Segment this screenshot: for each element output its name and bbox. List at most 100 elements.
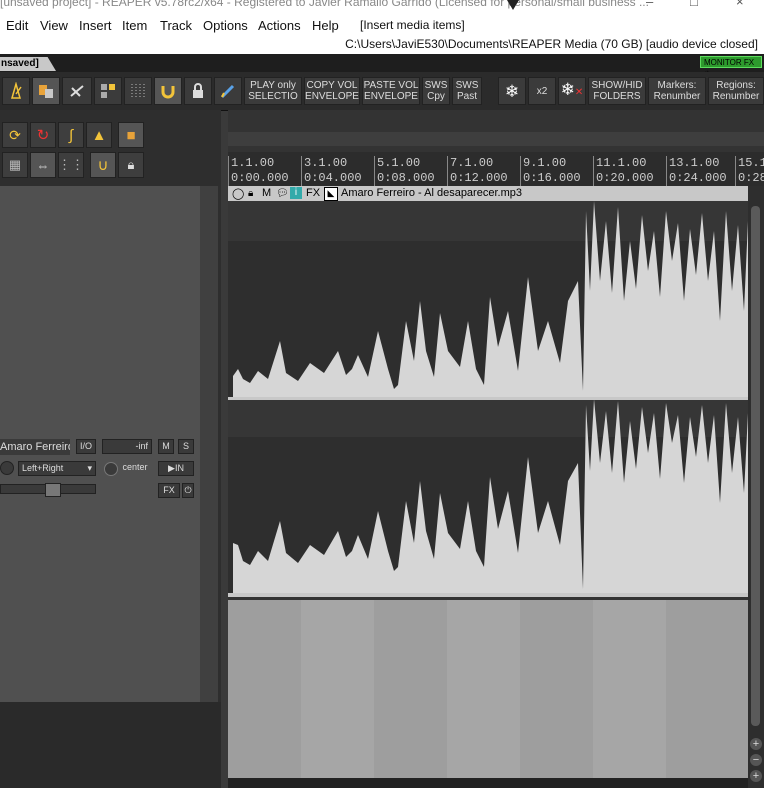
grid-stripe	[593, 600, 666, 778]
fader-handle[interactable]	[45, 483, 61, 497]
item-lock-icon[interactable]: 🔒︎	[248, 186, 253, 201]
minimize-button[interactable]: –	[646, 0, 653, 9]
play-only-line1: PLAY only	[250, 80, 296, 91]
timeline-ruler[interactable]: 1.1.00 3.1.00 5.1.00 7.1.00 9.1.00 11.1.…	[228, 152, 764, 186]
item-properties-icon[interactable]: i	[290, 187, 302, 199]
io-button[interactable]: I/O	[76, 439, 96, 454]
item-mute-button[interactable]: M	[262, 186, 271, 201]
arrange-view[interactable]: 1.1.00 3.1.00 5.1.00 7.1.00 9.1.00 11.1.…	[228, 110, 764, 788]
grid-stripe	[447, 600, 520, 778]
ruler-measure-label: 7.1.00	[450, 156, 494, 170]
menu-view[interactable]: View	[40, 18, 68, 33]
input-monitor-button[interactable]: ▶IN	[158, 461, 194, 476]
loop-button[interactable]: ↻	[30, 122, 56, 148]
sws-copy-button[interactable]: SWS Cpy	[422, 77, 450, 105]
mouse-cursor-icon	[507, 0, 519, 10]
tcp-scrollbar[interactable]	[200, 186, 218, 702]
track-1-panel[interactable]: Amaro Ferreiro I/O -inf M S Left+Right ▾…	[0, 186, 214, 702]
paste-vol-line1: PASTE VOL	[363, 80, 419, 91]
show-hide-folders-button[interactable]: SHOW/HID FOLDERS	[588, 77, 646, 105]
input-channel-select[interactable]: Left+Right ▾	[18, 461, 96, 476]
tcp-lock-button[interactable]: 🔒︎	[118, 152, 144, 178]
ruler-tick	[593, 156, 594, 186]
fx-button[interactable]: FX	[158, 483, 180, 498]
arrange-vertical-scrollbar[interactable]: + − +	[748, 186, 764, 788]
ruler-time-label: 0:28	[738, 171, 764, 185]
lock-button[interactable]	[184, 77, 212, 105]
tcp-ripple-button[interactable]: ■	[118, 122, 144, 148]
close-button[interactable]: ×	[736, 0, 744, 9]
fx-bypass-button[interactable]: ⏻	[182, 483, 194, 498]
item-fx-button[interactable]: FX	[306, 186, 320, 201]
freeze-x2-button[interactable]: x2	[528, 77, 556, 105]
waveform-area[interactable]	[228, 201, 748, 597]
grouping-button[interactable]	[62, 77, 92, 105]
track-name[interactable]: Amaro Ferreiro	[0, 439, 70, 455]
paste-vol-envelope-button[interactable]: PASTE VOL ENVELOPE	[362, 77, 420, 105]
menu-options[interactable]: Options	[203, 18, 248, 33]
ruler-tick	[301, 156, 302, 186]
item-envelope-icon[interactable]: ◣	[324, 187, 338, 201]
menu-item[interactable]: Item	[122, 18, 147, 33]
window-title: [unsaved project] - REAPER v5.78rc2/x64 …	[0, 0, 649, 9]
record-arm-button[interactable]	[0, 461, 14, 475]
tcp-item-button[interactable]: ⇔	[30, 152, 56, 178]
render-button[interactable]: ⟳	[2, 122, 28, 148]
ruler-tick	[228, 156, 229, 186]
menu-help[interactable]: Help	[312, 18, 339, 33]
region-lane[interactable]	[228, 132, 764, 146]
play-only-selection-button[interactable]: PLAY only SELECTIO	[244, 77, 302, 105]
project-tab[interactable]: nsaved]	[0, 57, 56, 71]
play-only-line2: SELECTIO	[248, 91, 298, 102]
solo-button[interactable]: S	[178, 439, 194, 454]
monitor-fx-button[interactable]: MONITOR FX ⏻	[700, 56, 762, 79]
sws-paste-button[interactable]: SWS Past	[452, 77, 482, 105]
waveform-svg	[228, 201, 748, 597]
menu-insert[interactable]: Insert	[79, 18, 112, 33]
freeze-button[interactable]: ❄	[498, 77, 526, 105]
markers-line2: Renumber	[653, 91, 701, 102]
grid-hand-icon	[101, 84, 115, 98]
auto-crossfade-button[interactable]	[94, 77, 122, 105]
grid-button[interactable]	[124, 77, 152, 105]
item-volume-knob-icon[interactable]: ◯	[232, 187, 244, 202]
menu-actions[interactable]: Actions	[258, 18, 301, 33]
volume-readout[interactable]: -inf	[102, 439, 152, 454]
zoom-extra-button[interactable]: +	[750, 770, 762, 782]
envelope-edit-button[interactable]	[214, 77, 242, 105]
menu-track[interactable]: Track	[160, 18, 192, 33]
tcp-grid-hand-button[interactable]: ▦	[2, 152, 28, 178]
empty-track-area[interactable]	[228, 600, 748, 778]
arrange-horizontal-scrollbar[interactable]	[228, 778, 748, 788]
volume-fader[interactable]	[0, 483, 96, 497]
metronome-button[interactable]	[2, 77, 30, 105]
show-hide-line1: SHOW/HID	[591, 80, 643, 91]
snowflake-icon: ❄	[504, 81, 520, 101]
copy-vol-line1: COPY VOL	[306, 80, 358, 91]
unfreeze-button[interactable]: ❄✕	[558, 77, 586, 105]
item-notes-icon[interactable]: 💬︎	[276, 186, 289, 201]
zoom-out-vertical-button[interactable]: −	[750, 754, 762, 766]
tcp-snap-button[interactable]: ∪	[90, 152, 116, 178]
menu-edit[interactable]: Edit	[6, 18, 28, 33]
curve-button[interactable]: ∫	[58, 122, 84, 148]
mute-button[interactable]: M	[158, 439, 174, 454]
ruler-measure-label: 3.1.00	[304, 156, 348, 170]
x2-label: x2	[536, 85, 548, 97]
zoom-in-vertical-button[interactable]: +	[750, 738, 762, 750]
ruler-time-label: 0:00.000	[231, 171, 289, 185]
vscroll-thumb[interactable]	[751, 206, 760, 726]
markers-renumber-button[interactable]: Markers: Renumber	[648, 77, 706, 105]
sws-copy-line1: SWS	[424, 80, 448, 91]
track-control-panel: ⟳ ↻ ∫ ▲ ■ ▦ ⇔ ⋮⋮ ∪ 🔒︎ Amaro Ferreiro I/O…	[0, 110, 221, 788]
tcp-metronome-button[interactable]: ▲	[86, 122, 112, 148]
pan-knob[interactable]	[104, 462, 118, 476]
regions-renumber-button[interactable]: Regions: Renumber	[708, 77, 764, 105]
media-item-header[interactable]: ◯ 🔒︎ M 💬︎ i FX ◣ Amaro Ferreiro - Al des…	[228, 186, 748, 201]
ripple-edit-button[interactable]	[32, 77, 60, 105]
tcp-grid-button[interactable]: ⋮⋮	[58, 152, 84, 178]
copy-vol-envelope-button[interactable]: COPY VOL ENVELOPE	[304, 77, 360, 105]
title-bar: [unsaved project] - REAPER v5.78rc2/x64 …	[0, 0, 764, 14]
snap-button[interactable]	[154, 77, 182, 105]
maximize-button[interactable]: □	[690, 0, 698, 9]
